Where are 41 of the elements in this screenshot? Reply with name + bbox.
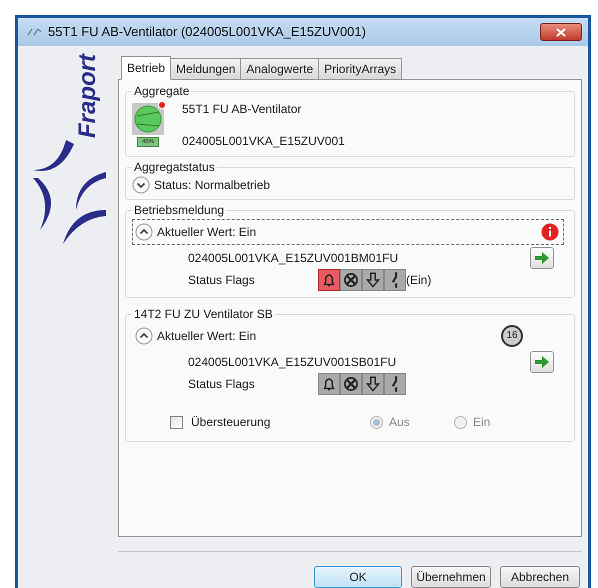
tab[interactable]: Analogwerte bbox=[240, 58, 320, 80]
checkbox[interactable] bbox=[170, 416, 183, 428]
right-arrow-icon bbox=[535, 356, 549, 368]
close-icon bbox=[556, 28, 566, 36]
value-row[interactable]: Aktueller Wert: Ein 16 bbox=[132, 323, 564, 349]
tab[interactable]: Betrieb bbox=[121, 56, 172, 80]
collapse-icon[interactable] bbox=[135, 223, 153, 241]
tab[interactable]: Meldungen bbox=[170, 58, 242, 80]
flags-label: Status Flags bbox=[188, 376, 256, 393]
dialog-button[interactable]: Abbrechen bbox=[500, 566, 580, 588]
fan-icon bbox=[134, 105, 162, 133]
radio-label: Aus bbox=[389, 414, 410, 431]
flags-label: Status Flags bbox=[188, 272, 256, 289]
dialog-button[interactable]: OK bbox=[314, 566, 402, 588]
current-value: Aktueller Wert: Ein bbox=[157, 224, 256, 241]
priority-badge: 16 bbox=[501, 325, 523, 347]
object-id: 024005L001VKA_E15ZUV001BM01FU bbox=[188, 250, 398, 267]
right-arrow-icon bbox=[535, 252, 549, 264]
alert-icon bbox=[541, 223, 559, 241]
app-icon bbox=[26, 27, 42, 37]
aggregate-id: 024005L001VKA_E15ZUV001 bbox=[182, 133, 345, 150]
current-value: Aktueller Wert: Ein bbox=[157, 328, 256, 345]
flags-note: (Ein) bbox=[406, 272, 432, 289]
expand-icon[interactable] bbox=[132, 176, 150, 194]
status-text: Status: Normalbetrieb bbox=[154, 177, 270, 194]
value-row[interactable]: Aktueller Wert: Ein bbox=[132, 219, 564, 245]
group-title: Aggregate bbox=[133, 83, 190, 100]
collapse-icon[interactable] bbox=[135, 327, 153, 345]
group-title: Aggregatstatus bbox=[133, 159, 216, 176]
window-title: 55T1 FU AB-Ventilator (024005L001VKA_E15ZUV001) bbox=[48, 23, 366, 42]
go-button[interactable] bbox=[530, 247, 554, 269]
close-button[interactable] bbox=[540, 23, 582, 41]
go-button[interactable] bbox=[530, 351, 554, 373]
aggregate-name: 55T1 FU AB-Ventilator bbox=[182, 101, 302, 118]
radio-label: Ein bbox=[473, 414, 490, 431]
group-title: Betriebsmeldung bbox=[133, 202, 226, 219]
dialog-button[interactable]: Übernehmen bbox=[411, 566, 491, 588]
object-id: 024005L001VKA_E15ZUV001SB01FU bbox=[188, 354, 396, 371]
group-title: 14T2 FU ZU Ventilator SB bbox=[133, 306, 274, 323]
tab[interactable]: PriorityArrays bbox=[318, 58, 402, 80]
checkbox-label: Übersteuerung bbox=[191, 414, 270, 431]
